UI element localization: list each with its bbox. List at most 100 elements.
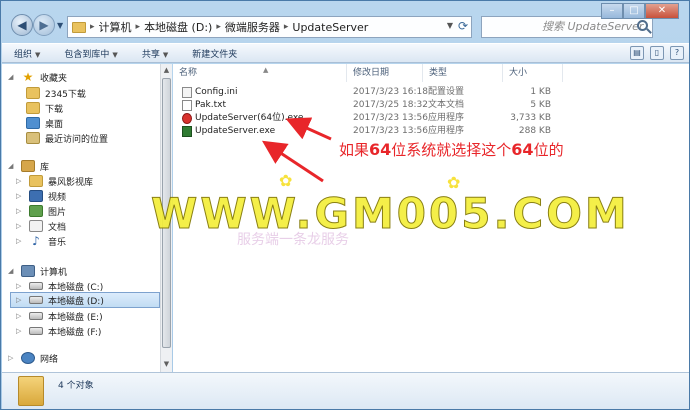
nav-network[interactable]: ▷ 网络 bbox=[8, 350, 58, 366]
nav-item-label: 文档 bbox=[48, 222, 67, 233]
refresh-icon[interactable]: ⟳ bbox=[458, 19, 468, 33]
nav-computer-label: 计算机 bbox=[40, 267, 68, 278]
settings-file-icon bbox=[182, 87, 192, 98]
file-row-updateserver[interactable]: UpdateServer.exe 2017/3/23 13:56 应用程序 28… bbox=[173, 125, 689, 138]
library-icon bbox=[21, 160, 35, 172]
help-icon[interactable]: ? bbox=[670, 46, 684, 60]
star-icon: ★ bbox=[22, 70, 34, 84]
file-type: 应用程序 bbox=[428, 113, 465, 123]
share-button[interactable]: 共享 ▼ bbox=[130, 47, 180, 60]
nav-item-videos[interactable]: ▷ 视频 bbox=[16, 188, 66, 204]
watermark-logo: WWW.GM005.COM bbox=[151, 189, 630, 239]
breadcrumb-microserver[interactable]: 微端服务器 bbox=[225, 19, 280, 35]
video-icon bbox=[29, 190, 43, 202]
nav-network-label: 网络 bbox=[40, 354, 59, 365]
nav-drive-d[interactable]: ▷ 本地磁盘 (D:) bbox=[10, 292, 160, 308]
file-name: UpdateServer(64位).exe bbox=[195, 113, 304, 123]
column-header-size[interactable]: 大小 bbox=[503, 64, 563, 82]
new-folder-button[interactable]: 新建文件夹 bbox=[180, 47, 249, 60]
expand-arrow-icon[interactable]: ▷ bbox=[16, 282, 24, 290]
file-size: 1 KB bbox=[530, 87, 551, 97]
expand-arrow-icon[interactable]: ▷ bbox=[16, 327, 24, 335]
nav-item-recent-places[interactable]: 最近访问的位置 bbox=[26, 130, 108, 146]
scroll-up-icon[interactable]: ▲ bbox=[162, 66, 171, 75]
minimize-button[interactable]: – bbox=[601, 3, 623, 19]
nav-item-baofeng-library[interactable]: ▷ 暴风影视库 bbox=[16, 173, 93, 189]
nav-item-label: 图片 bbox=[48, 207, 67, 218]
scroll-down-icon[interactable]: ▼ bbox=[162, 360, 171, 369]
file-name: Pak.txt bbox=[195, 100, 226, 110]
expand-arrow-icon[interactable]: ▷ bbox=[16, 177, 24, 185]
recent-pages-dropdown-icon[interactable]: ▼ bbox=[57, 21, 63, 30]
file-row-pak[interactable]: Pak.txt 2017/3/25 18:32 文本文档 5 KB bbox=[173, 99, 689, 112]
folder-icon bbox=[26, 87, 40, 99]
forward-button[interactable]: ▶ bbox=[33, 14, 55, 36]
expand-arrow-icon[interactable]: ▷ bbox=[16, 312, 24, 320]
chevron-down-icon[interactable]: ▼ bbox=[447, 21, 453, 30]
nav-item-label: 音乐 bbox=[48, 237, 67, 248]
expand-arrow-icon[interactable]: ◢ bbox=[8, 267, 16, 275]
file-row-updateserver64[interactable]: UpdateServer(64位).exe 2017/3/23 13:56 应用… bbox=[173, 112, 689, 125]
include-library-label: 包含到库中 bbox=[64, 49, 110, 60]
file-date: 2017/3/23 13:56 bbox=[353, 126, 428, 136]
drive-icon bbox=[29, 327, 43, 335]
expand-arrow-icon[interactable]: ▷ bbox=[16, 222, 24, 230]
nav-item-label: 桌面 bbox=[45, 119, 64, 130]
chevron-down-icon: ▼ bbox=[35, 50, 41, 59]
nav-drive-f[interactable]: ▷ 本地磁盘 (F:) bbox=[16, 323, 101, 339]
download-folder-icon bbox=[26, 102, 40, 114]
explorer-window: ◀ ▶ ▼ ▸ 计算机 ▸ 本地磁盘 (D:) ▸ 微端服务器 ▸ Update… bbox=[0, 0, 690, 410]
chevron-down-icon: ▼ bbox=[112, 50, 118, 59]
breadcrumb-updateserver[interactable]: UpdateServer bbox=[292, 21, 368, 34]
expand-arrow-icon[interactable]: ◢ bbox=[8, 162, 16, 170]
column-header-type[interactable]: 类型 bbox=[423, 64, 503, 82]
file-row-config[interactable]: Config.ini 2017/3/23 16:18 配置设置 1 KB bbox=[173, 86, 689, 99]
organize-button[interactable]: 组织 ▼ bbox=[2, 47, 52, 60]
nav-item-pictures[interactable]: ▷ 图片 bbox=[16, 203, 66, 219]
address-bar[interactable]: ▸ 计算机 ▸ 本地磁盘 (D:) ▸ 微端服务器 ▸ UpdateServer… bbox=[67, 16, 472, 38]
nav-drive-e[interactable]: ▷ 本地磁盘 (E:) bbox=[16, 308, 103, 324]
back-button[interactable]: ◀ bbox=[11, 14, 33, 36]
share-label: 共享 bbox=[141, 49, 160, 60]
nav-favorites[interactable]: ◢ ★ 收藏夹 bbox=[8, 69, 67, 85]
view-options-icon[interactable]: ▤ bbox=[630, 46, 644, 60]
expand-arrow-icon[interactable]: ▷ bbox=[8, 354, 16, 362]
expand-arrow-icon[interactable]: ▷ bbox=[16, 192, 24, 200]
search-icon[interactable] bbox=[637, 20, 648, 31]
expand-arrow-icon[interactable]: ▷ bbox=[16, 296, 24, 304]
include-in-library-button[interactable]: 包含到库中 ▼ bbox=[52, 47, 129, 60]
column-header-name[interactable]: ▲ 名称 bbox=[173, 64, 347, 82]
file-type: 配置设置 bbox=[428, 87, 465, 97]
breadcrumb-computer[interactable]: 计算机 bbox=[99, 19, 132, 35]
nav-item-2345-download[interactable]: 2345下载 bbox=[26, 85, 86, 101]
nav-item-desktop[interactable]: 桌面 bbox=[26, 115, 63, 131]
column-header-date[interactable]: 修改日期 bbox=[347, 64, 423, 82]
nav-item-label: 暴风影视库 bbox=[48, 177, 94, 188]
maximize-button[interactable]: □ bbox=[623, 3, 645, 19]
annotation-text: 如果64位系统就选择这个64位的 bbox=[339, 139, 564, 160]
annotation-number: 64 bbox=[369, 140, 392, 159]
drive-icon bbox=[29, 312, 43, 320]
nav-libraries[interactable]: ◢ 库 bbox=[8, 158, 49, 174]
file-name: UpdateServer.exe bbox=[195, 126, 276, 136]
expand-arrow-icon[interactable]: ◢ bbox=[8, 73, 16, 81]
breadcrumb-drive-d[interactable]: 本地磁盘 (D:) bbox=[144, 19, 212, 35]
close-button[interactable]: ✕ bbox=[645, 3, 679, 19]
chevron-right-icon: ▸ bbox=[90, 22, 95, 32]
nav-item-label: 本地磁盘 (F:) bbox=[48, 327, 102, 338]
file-type: 文本文档 bbox=[428, 100, 465, 110]
nav-computer[interactable]: ◢ 计算机 bbox=[8, 263, 67, 279]
preview-pane-icon[interactable]: ▯ bbox=[650, 46, 664, 60]
nav-item-label: 本地磁盘 (C:) bbox=[48, 282, 104, 293]
nav-item-documents[interactable]: ▷ 文档 bbox=[16, 218, 66, 234]
search-input[interactable]: 搜索 UpdateServer bbox=[481, 16, 653, 38]
file-date: 2017/3/25 18:32 bbox=[353, 100, 428, 110]
folder-icon bbox=[72, 21, 86, 33]
expand-arrow-icon[interactable]: ▷ bbox=[16, 207, 24, 215]
nav-item-label: 2345下载 bbox=[45, 89, 86, 100]
expand-arrow-icon[interactable]: ▷ bbox=[16, 237, 24, 245]
nav-item-downloads[interactable]: 下载 bbox=[26, 100, 63, 116]
nav-item-music[interactable]: ▷ ♪ 音乐 bbox=[16, 233, 66, 249]
library-folder-icon bbox=[29, 175, 43, 187]
application-icon bbox=[182, 113, 192, 124]
